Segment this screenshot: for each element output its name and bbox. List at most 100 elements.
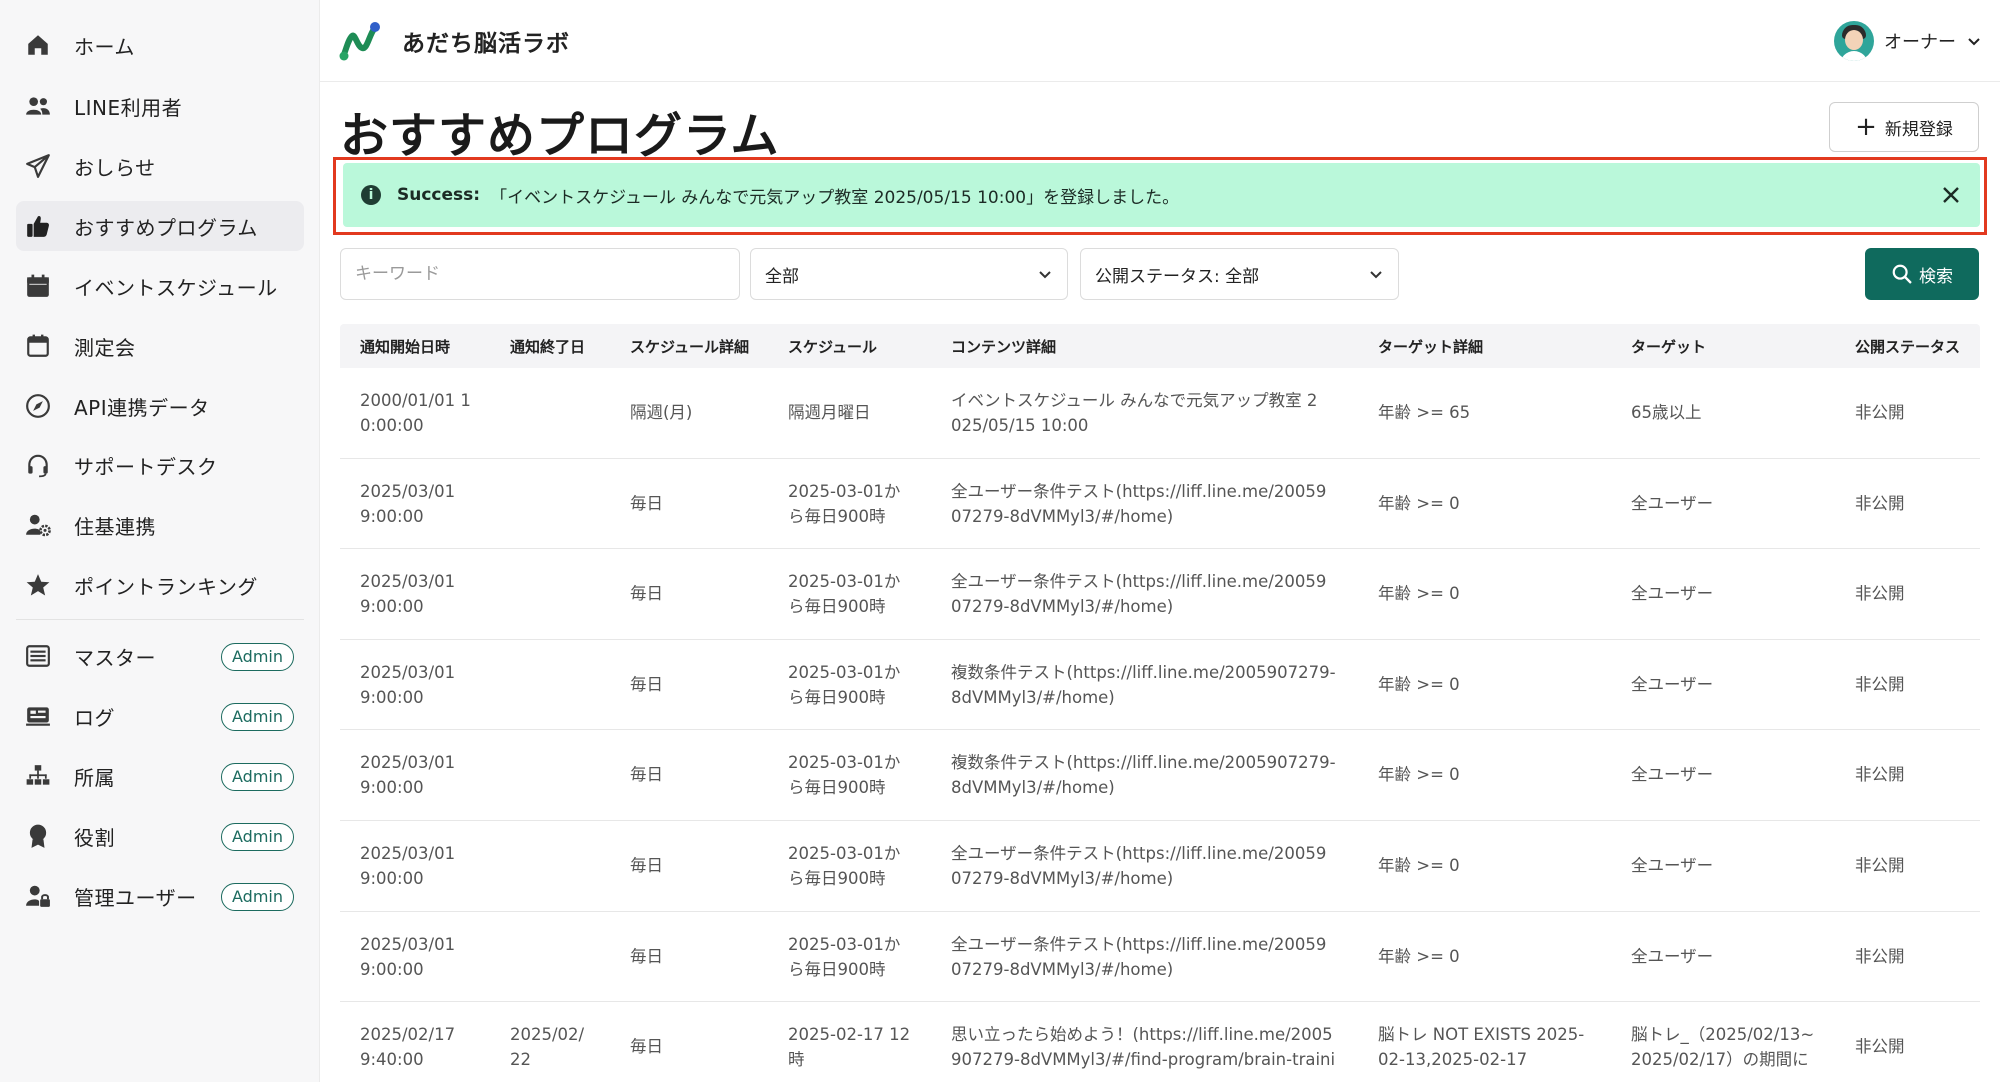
cell-target-detail-line: 年齢 >= 65: [1378, 403, 1471, 422]
column-header[interactable]: スケジュール詳細: [630, 336, 749, 357]
cell-schedule: 隔週月曜日: [788, 400, 871, 425]
column-header[interactable]: コンテンツ詳細: [951, 336, 1056, 357]
cell-content-detail-line: 全ユーザー条件テスト(https://liff.line.me/20059: [951, 934, 1327, 954]
cell-schedule-line: 2025-03-01か: [788, 481, 901, 501]
sidebar-item-point-ranking[interactable]: ポイントランキング: [16, 560, 304, 610]
column-header[interactable]: ターゲット詳細: [1378, 336, 1483, 357]
search-icon: [1892, 264, 1912, 284]
status-select-value: 公開ステータス: 全部: [1095, 266, 1260, 287]
table-row[interactable]: 2025/03/01 9:00:00 毎日 2025-03-01か ら毎日900時 全ユー…: [340, 821, 1980, 912]
new-register-button[interactable]: + 新規登録: [1829, 102, 1979, 152]
brand-logo-icon[interactable]: [338, 20, 382, 62]
award-icon: [24, 822, 52, 850]
keyword-input[interactable]: [355, 264, 739, 284]
cell-content-detail-line: 全ユーザー条件テスト(https://liff.line.me/20059: [951, 843, 1327, 863]
cell-target-line: 脳トレ_（2025/02/13~: [1631, 1025, 1815, 1045]
sidebar-item-label: イベントスケジュール: [74, 275, 278, 300]
cell-content-detail-line: 07279-8dVMMyl3/#/home): [951, 506, 1174, 526]
cell-status: 非公開: [1855, 1037, 1905, 1057]
cell-target-detail-line: 年齢 >= 0: [1378, 946, 1460, 966]
cell-schedule: 2025-02-17 12 時: [788, 1022, 910, 1072]
sidebar-item-role[interactable]: 役割 Admin: [16, 811, 304, 861]
cell-target: 全ユーザー: [1631, 762, 1713, 787]
category-select-value: 全部: [765, 266, 799, 287]
sidebar-item-label: サポートデスク: [74, 454, 218, 479]
cell-target-line: 全ユーザー: [1631, 855, 1714, 875]
cell-end-date-line: 2025/02/: [510, 1025, 585, 1045]
alert-title: Success:: [397, 185, 481, 205]
cell-schedule-detail: 毎日: [630, 674, 663, 694]
keyword-field[interactable]: [340, 248, 740, 300]
cell-status: 非公開: [1855, 946, 1905, 966]
cell-end-date: 2025/02/22: [510, 1022, 584, 1072]
status-select[interactable]: 公開ステータス: 全部: [1080, 248, 1399, 300]
sidebar-item-notices[interactable]: おしらせ: [16, 141, 304, 191]
table-row[interactable]: 2025/03/01 9:00:00 毎日 2025-03-01か ら毎日900時 全ユー…: [340, 912, 1980, 1003]
cell-content-detail: 全ユーザー条件テスト(https://liff.line.me/20059 072…: [951, 841, 1326, 891]
sidebar-item-home[interactable]: ホーム: [16, 20, 304, 70]
table-row[interactable]: 2025/03/01 9:00:00 毎日 2025-03-01か ら毎日900時 複数条…: [340, 730, 1980, 821]
cell-schedule-line: ら毎日900時: [788, 868, 886, 888]
sidebar-item-label: 測定会: [74, 335, 136, 360]
cell-status: 非公開: [1855, 584, 1905, 604]
sidebar-item-label: 役割: [74, 825, 115, 850]
close-icon[interactable]: [1936, 180, 1966, 210]
user-menu[interactable]: オーナー: [1834, 20, 1982, 62]
sidebar-item-label: LINE利用者: [74, 95, 183, 120]
headset-icon: [24, 451, 52, 479]
column-header[interactable]: 通知開始日時: [360, 336, 450, 357]
org-chart-icon: [24, 762, 52, 790]
cell-target-detail: 年齢 >= 65: [1378, 400, 1470, 425]
cell-target: 65歳以上: [1631, 400, 1702, 425]
cell-target-detail: 年齢 >= 0: [1378, 944, 1460, 969]
avatar: [1834, 21, 1874, 61]
cell-content-detail-line: 907279-8dVMMyl3/#/find-program/brain-tra…: [951, 1050, 1336, 1070]
table-row[interactable]: 2025/02/17 9:40:00 2025/02/22 毎日 2025-02-17 …: [340, 1002, 1980, 1082]
cell-content-detail-line: 07279-8dVMMyl3/#/home): [951, 597, 1174, 617]
column-header[interactable]: 通知終了日: [510, 336, 585, 357]
cell-start-date-line: 9:00:00: [360, 687, 424, 707]
sidebar-item-label: おしらせ: [74, 155, 156, 180]
sidebar-item-label: ホーム: [74, 34, 135, 59]
sidebar-item-recommended-programs[interactable]: おすすめプログラム: [16, 201, 304, 251]
sidebar-item-resident-link[interactable]: 住基連携: [16, 500, 304, 550]
cell-target-detail-line: 02-13,2025-02-17: [1378, 1050, 1528, 1070]
paper-plane-icon: [24, 152, 52, 180]
cell-start-date-line: 2025/03/01: [360, 843, 456, 863]
cell-start-date-line: 9:00:00: [360, 597, 424, 617]
sidebar-item-master[interactable]: マスター Admin: [16, 631, 304, 681]
cell-schedule-line: 時: [788, 1050, 805, 1070]
table-row[interactable]: 2025/03/01 9:00:00 毎日 2025-03-01か ら毎日900時 全ユー…: [340, 549, 1980, 640]
table-row[interactable]: 2025/03/01 9:00:00 毎日 2025-03-01か ら毎日900時 全ユー…: [340, 459, 1980, 550]
table-header: 通知開始日時 通知終了日 スケジュール詳細 スケジュール コンテンツ詳細 ターゲ…: [340, 324, 1980, 368]
column-header[interactable]: ターゲット: [1631, 336, 1706, 357]
cell-start-date-line: 2025/03/01: [360, 934, 456, 954]
category-select[interactable]: 全部: [750, 248, 1068, 300]
sidebar-item-support-desk[interactable]: サポートデスク: [16, 440, 304, 490]
column-header[interactable]: 公開ステータス: [1855, 336, 1960, 357]
cell-status: 非公開: [1855, 765, 1905, 785]
table-row[interactable]: 2000/01/01 1 0:00:00 隔週(月) 隔週月曜日 イベントスケジュール …: [340, 368, 1980, 459]
sidebar-item-log[interactable]: ログ Admin: [16, 691, 304, 741]
sidebar-item-admin-users[interactable]: 管理ユーザー Admin: [16, 871, 304, 921]
api-compass-icon: [24, 392, 52, 420]
sidebar-item-line-users[interactable]: LINE利用者: [16, 81, 304, 131]
star-icon: [24, 571, 52, 599]
cell-content-detail: 全ユーザー条件テスト(https://liff.line.me/20059 072…: [951, 932, 1326, 982]
brand-name[interactable]: あだち脳活ラボ: [402, 24, 570, 58]
sidebar-item-api-data[interactable]: API連携データ: [16, 381, 304, 431]
list-icon: [24, 642, 52, 670]
cell-target-line: 2025/02/17）の期間に: [1631, 1050, 1809, 1070]
table-row[interactable]: 2025/03/01 9:00:00 毎日 2025-03-01か ら毎日900時 複数条…: [340, 640, 1980, 731]
user-lock-icon: [24, 882, 52, 910]
cell-schedule-detail: 毎日: [630, 765, 663, 785]
sidebar-item-affiliation[interactable]: 所属 Admin: [16, 751, 304, 801]
cell-target-detail-line: 年齢 >= 0: [1378, 493, 1460, 513]
admin-badge: Admin: [221, 823, 294, 851]
sidebar-item-event-schedule[interactable]: イベントスケジュール: [16, 261, 304, 311]
search-button[interactable]: 検索: [1865, 248, 1979, 300]
admin-badge: Admin: [221, 703, 294, 731]
column-header[interactable]: スケジュール: [788, 336, 877, 357]
admin-badge: Admin: [221, 643, 294, 671]
sidebar-item-measurement[interactable]: 測定会: [16, 321, 304, 371]
